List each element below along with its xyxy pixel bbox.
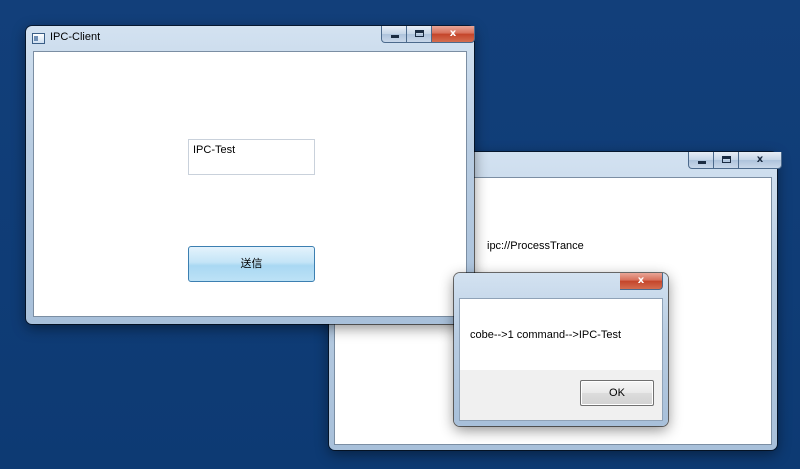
message-box-caption-buttons: x [620, 273, 663, 291]
message-text: cobe-->1 command-->IPC-Test [470, 329, 621, 341]
server-caption-buttons: x [688, 152, 782, 170]
maximize-icon [722, 156, 731, 163]
client-titlebar[interactable]: IPC-Client x [26, 26, 475, 51]
close-icon: x [449, 28, 457, 39]
window-icon [32, 33, 45, 44]
client-minimize-button[interactable] [381, 26, 407, 43]
ok-button[interactable]: OK [580, 380, 654, 406]
message-input[interactable]: IPC-Test [188, 139, 315, 175]
minimize-icon [698, 161, 706, 164]
client-maximize-button[interactable] [407, 26, 432, 43]
client-caption-buttons: x [381, 26, 475, 44]
window-title: IPC-Client [50, 31, 101, 43]
minimize-icon [391, 35, 399, 38]
server-minimize-button[interactable] [688, 152, 714, 169]
message-box-close-button[interactable]: x [620, 273, 663, 290]
send-button[interactable]: 送信 [188, 246, 315, 282]
client-close-button[interactable]: x [432, 26, 475, 43]
ipc-client-window[interactable]: IPC-Client x IPC-Test 送信 [26, 26, 475, 324]
server-maximize-button[interactable] [714, 152, 739, 169]
message-box[interactable]: x cobe-->1 command-->IPC-Test OK [454, 273, 668, 426]
message-box-titlebar[interactable]: x [454, 273, 668, 298]
maximize-icon [415, 30, 424, 37]
message-box-footer: OK [460, 370, 662, 420]
server-url-text: ipc://ProcessTrance [487, 240, 584, 252]
close-icon: x [756, 154, 764, 165]
close-icon: x [637, 275, 645, 286]
message-box-content: cobe-->1 command-->IPC-Test OK [459, 298, 663, 421]
client-area: IPC-Test 送信 [33, 51, 467, 317]
server-close-button[interactable]: x [739, 152, 782, 169]
